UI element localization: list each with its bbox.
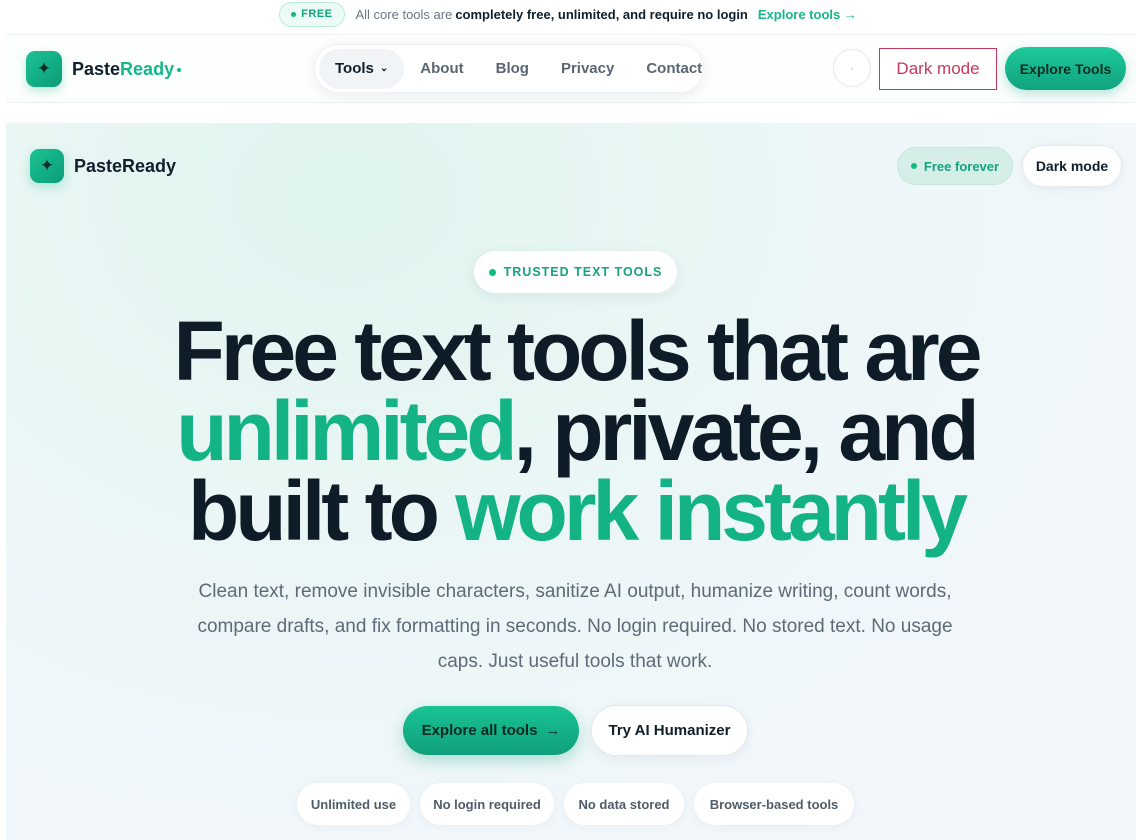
nav-item-about[interactable]: About <box>404 49 479 89</box>
dot-icon <box>291 11 297 17</box>
main-nav: Tools ⌄ About Blog Privacy Contact <box>314 44 704 93</box>
chip-no-login: No login required <box>420 783 554 825</box>
arrow-right-icon: → <box>545 722 561 739</box>
nav-item-tools[interactable]: Tools ⌄ <box>319 48 405 89</box>
explore-all-tools-button[interactable]: Explore all tools → <box>403 706 579 755</box>
nav-item-blog[interactable]: Blog <box>480 49 545 89</box>
headline-line3-start: built to <box>187 464 456 558</box>
hero-subtitle: Clean text, remove invisible characters,… <box>197 581 953 672</box>
free-badge: FREE <box>279 1 345 27</box>
nav-label-tools: Tools <box>335 60 374 77</box>
nav-item-privacy[interactable]: Privacy <box>545 49 630 89</box>
chip-unlimited-use: Unlimited use <box>297 783 410 825</box>
announcement-bar: FREE All core tools are completely free,… <box>0 0 1136 28</box>
chevron-down-icon: ⌄ <box>379 63 389 74</box>
top-navigation: ✦ PasteReady Tools ⌄ About Blog Privacy … <box>6 34 1136 103</box>
theme-circle-button[interactable]: ◦ <box>833 49 871 87</box>
brand-dot-icon <box>177 67 182 72</box>
sparkle-icon: ✦ <box>26 51 62 87</box>
free-forever-label: Free forever <box>923 158 1000 174</box>
dot-icon <box>488 268 496 276</box>
hero-headline: Free text tools that are unlimited, priv… <box>6 309 1136 553</box>
explore-all-tools-label: Explore all tools <box>421 722 538 739</box>
free-forever-badge: Free forever <box>897 147 1013 185</box>
dot-icon <box>910 163 917 169</box>
sparkle-icon: ✦ <box>30 149 64 183</box>
explore-tools-button[interactable]: Explore Tools <box>1005 47 1126 90</box>
hero-section: ✦ PasteReady Free forever Dark mode TRUS… <box>6 123 1136 840</box>
hero-brand[interactable]: ✦ PasteReady <box>30 149 176 183</box>
announcement-text: All core tools are <box>355 6 453 22</box>
chip-no-data-stored: No data stored <box>564 783 684 825</box>
hero-brand-name: PasteReady <box>74 155 177 176</box>
eyebrow-badge: TRUSTED TEXT TOOLS <box>474 251 677 293</box>
nav-item-contact[interactable]: Contact <box>630 49 718 89</box>
hero-dark-mode-button[interactable]: Dark mode <box>1022 145 1122 187</box>
explore-tools-link[interactable]: Explore tools → <box>758 7 857 22</box>
brand-name: PasteReady <box>72 58 182 80</box>
dark-mode-button[interactable]: Dark mode <box>879 48 997 90</box>
brand-name-part1: Paste <box>72 58 121 79</box>
chip-browser-based: Browser-based tools <box>694 783 854 825</box>
try-ai-humanizer-button[interactable]: Try AI Humanizer <box>591 705 748 756</box>
brand-logo-link[interactable]: ✦ PasteReady <box>26 51 182 87</box>
brand-name-part2: Ready <box>120 58 175 79</box>
free-badge-label: FREE <box>301 8 333 20</box>
eyebrow-label: TRUSTED TEXT TOOLS <box>503 265 663 279</box>
announcement-emphasis: completely free, unlimited, and require … <box>455 6 748 22</box>
headline-work-instantly: work instantly <box>455 464 968 558</box>
